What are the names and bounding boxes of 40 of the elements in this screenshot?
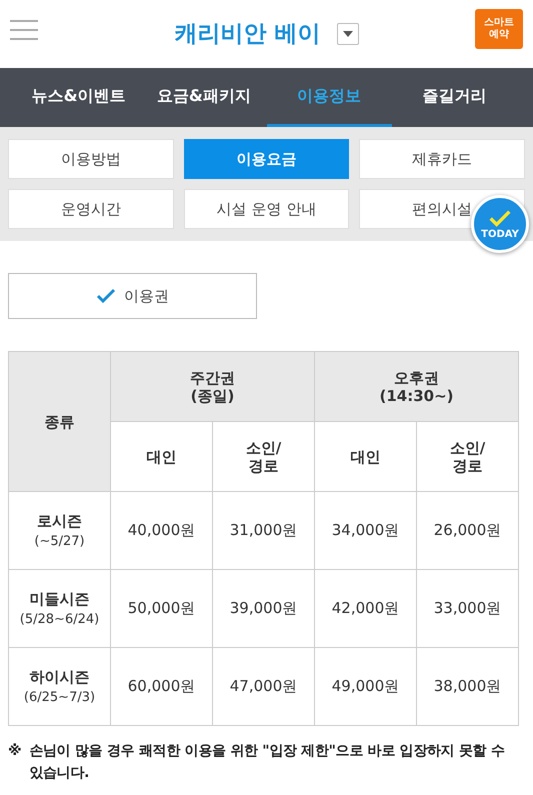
- season-dates: (~5/27): [33, 533, 86, 551]
- table-header: 소인/ 경로: [416, 422, 518, 492]
- season-name: 미들시즌: [28, 588, 90, 610]
- caret-icon: [342, 31, 352, 37]
- site-title: 캐리비안 베이: [174, 20, 320, 49]
- note-text: 손님이 많을 경우 쾌적한 이용을 위한 "입장 제한"으로 바로 입장하지 못할 수 있습니다.: [29, 742, 506, 784]
- sub-tab[interactable]: 운영시간: [8, 189, 174, 229]
- check-icon: [489, 210, 511, 227]
- table-cell: 39,000원: [212, 570, 314, 648]
- sub-tab[interactable]: 시설 운영 안내: [184, 189, 350, 229]
- check-icon: [96, 288, 116, 304]
- table-cell: 33,000원: [416, 570, 518, 648]
- season-name: 로시즌: [36, 510, 83, 532]
- table-header: 주간권 (종일): [110, 352, 314, 422]
- table-cell: 31,000원: [212, 492, 314, 570]
- table-header: 소인/ 경로: [212, 422, 314, 492]
- table-cell: 42,000원: [314, 570, 416, 648]
- nav-tab[interactable]: 요금&패키지: [141, 68, 266, 127]
- season-dates: (5/28~6/24): [18, 611, 100, 629]
- sub-tab[interactable]: 제휴카드: [359, 139, 525, 179]
- nav-tab[interactable]: 즐길거리: [392, 68, 517, 127]
- ticket-toggle[interactable]: 이용권: [8, 273, 257, 319]
- table-header: 대인: [314, 422, 416, 492]
- table-cell: 38,000원: [416, 648, 518, 726]
- table-cell: 50,000원: [110, 570, 212, 648]
- table-cell: 49,000원: [314, 648, 416, 726]
- season-name: 하이시즌: [28, 666, 90, 688]
- table-cell: 40,000원: [110, 492, 212, 570]
- season-dates: (6/25~7/3): [22, 689, 96, 707]
- dropdown-button[interactable]: [336, 23, 358, 45]
- sub-tab[interactable]: 이용방법: [8, 139, 174, 179]
- table-cell: 26,000원: [416, 492, 518, 570]
- table-cell: 60,000원: [110, 648, 212, 726]
- table-cell: 34,000원: [314, 492, 416, 570]
- table-header: 대인: [110, 422, 212, 492]
- note-mark: ※: [8, 742, 22, 761]
- nav-tab[interactable]: 뉴스&이벤트: [16, 68, 142, 127]
- table-cell: 47,000원: [212, 648, 314, 726]
- table-header: 오후권 (14:30~): [314, 352, 518, 422]
- table-header: 종류: [8, 352, 110, 492]
